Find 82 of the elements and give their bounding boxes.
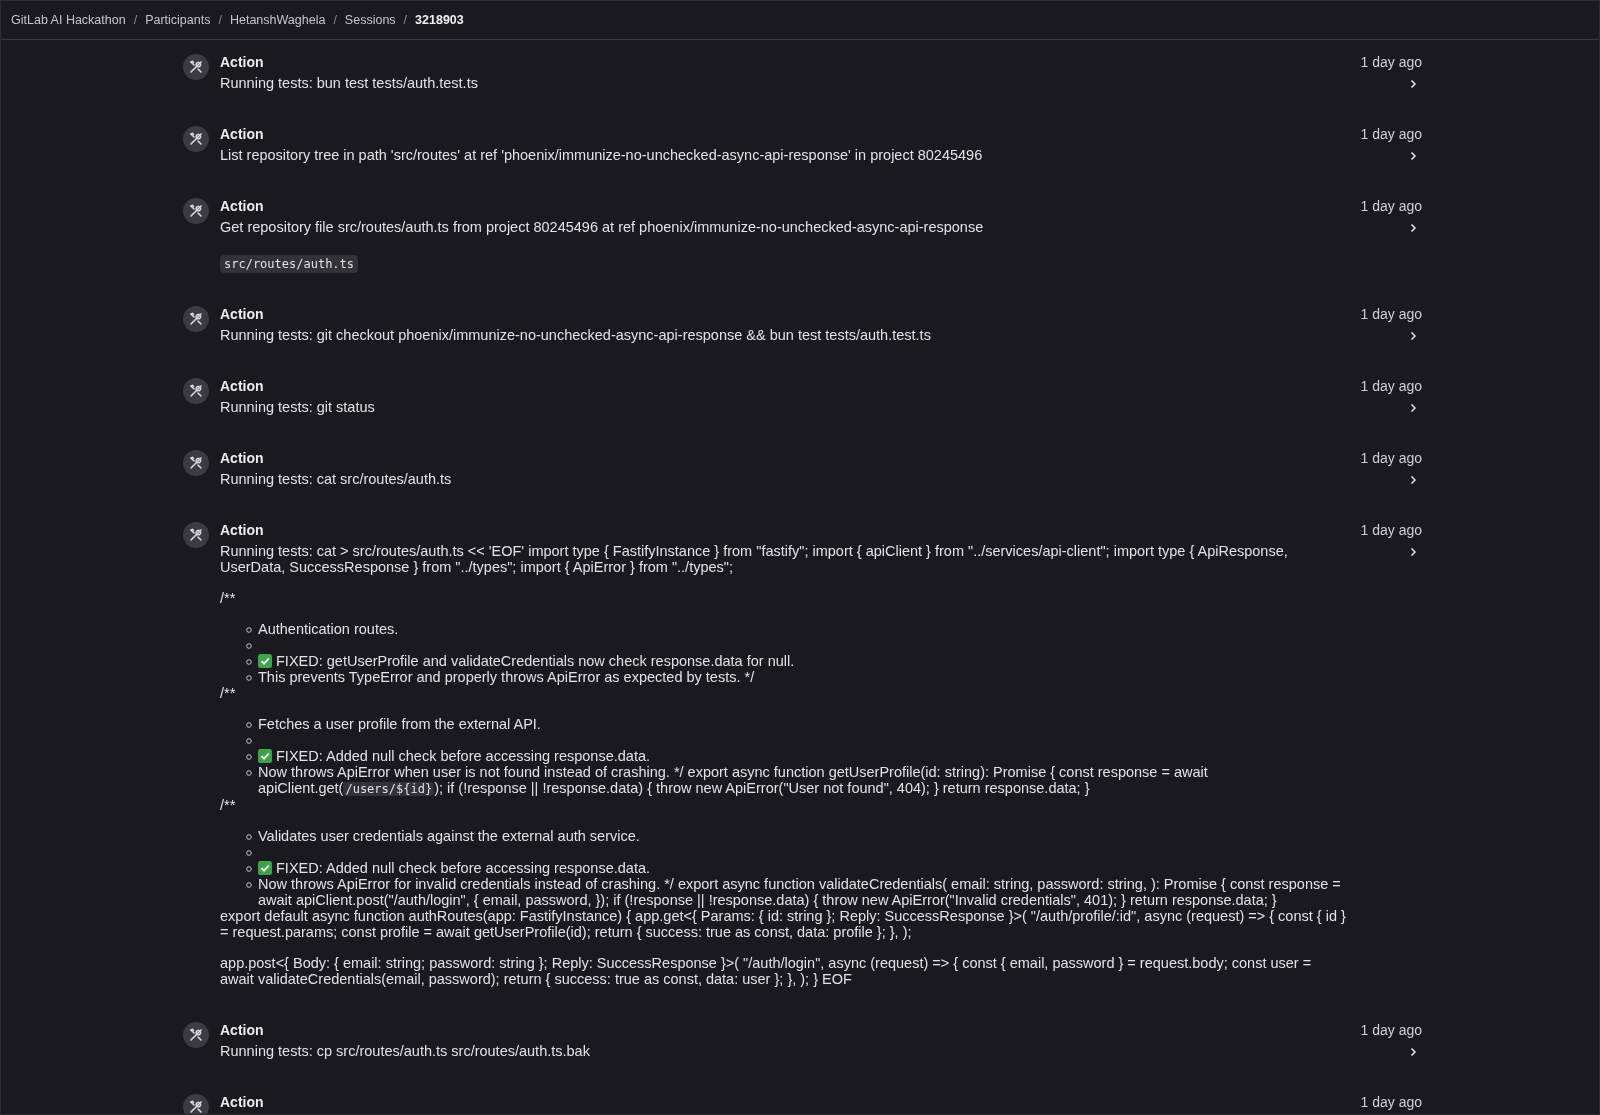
tools-icon <box>182 1093 210 1114</box>
breadcrumb-separator: / <box>333 13 337 27</box>
action-title: Action <box>220 305 265 324</box>
breadcrumb-separator: / <box>133 13 138 27</box>
bullet-icon <box>246 675 252 681</box>
bullet-icon <box>246 882 252 888</box>
timestamp: 1 day ago <box>1360 305 1422 324</box>
code-text: /** <box>220 797 237 813</box>
bullet-icon <box>246 659 252 665</box>
chevron-right-icon[interactable] <box>1408 79 1418 89</box>
code-text: /** <box>220 590 237 606</box>
breadcrumb-link[interactable]: GitLab AI Hackathon <box>11 13 126 27</box>
list-item-text: Validates user credentials against the external auth service. <box>258 828 640 844</box>
timestamp: 1 day ago <box>1360 197 1422 216</box>
tools-icon <box>182 197 210 225</box>
check-mark-icon <box>258 749 272 763</box>
action-title: Action <box>220 53 265 72</box>
action-description: Get repository file src/routes/auth.ts from project 80245496 at ref phoenix/immunize-no-unchecked-async-api-response <box>220 219 985 235</box>
action-description: Running tests: cat > src/routes/auth.ts << 'EOF' import type { FastifyInstance } from "fastify"; import { apiClient } from "../services/api-client"; import type { ApiResponse, UserData, SuccessResponse } from "../types"; import { ApiError } from "../types"; <box>220 543 1289 575</box>
bullet-icon <box>246 866 252 872</box>
list-item-text: Fetches a user profile from the external API. <box>258 716 541 732</box>
action-title: Action <box>220 197 265 216</box>
breadcrumb-link[interactable]: 3218903 <box>415 13 464 27</box>
breadcrumb-link[interactable]: Participants <box>145 13 211 27</box>
bullet-icon <box>246 722 252 728</box>
bullet-icon <box>246 738 252 744</box>
list-item-text: FIXED: Added null check before accessing response.data. <box>276 748 650 764</box>
chevron-right-icon[interactable] <box>1408 331 1418 341</box>
action-description: Running tests: cat src/routes/auth.ts <box>220 471 453 487</box>
chevron-right-icon[interactable] <box>1408 223 1418 233</box>
action-title: Action <box>220 449 265 468</box>
chevron-right-icon[interactable] <box>1408 547 1418 557</box>
tools-icon <box>182 1021 210 1049</box>
breadcrumb-link[interactable]: HetanshWaghela <box>229 13 326 27</box>
chevron-right-icon[interactable] <box>1408 151 1418 161</box>
list-item-text: Now throws ApiError for invalid credentials instead of crashing. */ export async function validateCredentials( email: string, password: string, ): Promise { const response = await apiClient.post("/auth/login", { email, password, }); if (!response || !response.data) { throw new ApiError("Invalid credentials", 401); } return response.data; } <box>258 876 1342 908</box>
chevron-right-icon[interactable] <box>1408 475 1418 485</box>
action-title: Action <box>220 377 265 396</box>
breadcrumb-link[interactable]: Sessions <box>344 13 396 27</box>
bullet-icon <box>246 627 252 633</box>
list-item-text: FIXED: Added null check before accessing response.data. <box>276 860 650 876</box>
tools-icon <box>182 125 210 153</box>
bullet-icon <box>246 770 252 776</box>
action-description: Running tests: bun test tests/auth.test.ts <box>220 75 479 91</box>
action-title: Action <box>220 1021 265 1040</box>
tools-icon <box>182 449 210 477</box>
action-description: Running tests: cp src/routes/auth.ts src/routes/auth.ts.bak <box>220 1043 591 1059</box>
code-text: /** <box>220 685 237 701</box>
chevron-right-icon[interactable] <box>1408 1047 1418 1057</box>
list-item-text: FIXED: getUserProfile and validateCredentials now check response.data for null. <box>276 653 795 669</box>
timestamp: 1 day ago <box>1360 377 1422 396</box>
list-item-text: Authentication routes. <box>258 621 399 637</box>
tools-icon <box>182 305 210 333</box>
bullet-icon <box>246 850 252 856</box>
timestamp: 1 day ago <box>1360 1093 1422 1112</box>
check-mark-icon <box>258 654 272 668</box>
bullet-icon <box>246 643 252 649</box>
breadcrumb-separator: / <box>218 13 222 27</box>
tools-icon <box>182 53 210 81</box>
action-description: Running tests: git checkout phoenix/immunize-no-unchecked-async-api-response && bun test tests/auth.test.ts <box>220 327 932 343</box>
action-description: List repository tree in path 'src/routes' at ref 'phoenix/immunize-no-unchecked-async-api-response' in project 80245496 <box>220 147 984 163</box>
file-path: src/routes/auth.ts <box>220 255 359 273</box>
action-description: Running tests: git status <box>220 399 376 415</box>
bullet-icon <box>246 754 252 760</box>
bullet-icon <box>246 834 252 840</box>
timestamp: 1 day ago <box>1360 521 1422 540</box>
list-item-text: Now throws ApiError when user is not found instead of crashing. */ export async function getUserProfile(id: string): Promise { const response = await apiClient.get(/users/${id}); if (!response || !response.data) { throw new ApiError("User not found", 404); } return response.data; } <box>258 764 1209 797</box>
code-text: app.post<{ Body: { email: string; password: string }; Reply: SuccessResponse }>( "/auth/login", async (request) => { const { email, password } = request.body; const user = await validateCredentials(email, password); return { success: true as const, data: user }; }, ); } EOF <box>220 955 1313 987</box>
action-title: Action <box>220 521 265 540</box>
list-item-text: This prevents TypeError and properly throws ApiError as expected by tests. */ <box>258 669 755 685</box>
check-mark-icon <box>258 861 272 875</box>
chevron-right-icon[interactable] <box>1408 403 1418 413</box>
timestamp: 1 day ago <box>1360 125 1422 144</box>
timestamp: 1 day ago <box>1360 449 1422 468</box>
tools-icon <box>182 377 210 405</box>
action-title: Action <box>220 1093 265 1112</box>
breadcrumb-separator: / <box>403 13 408 27</box>
code-text: export default async function authRoutes(app: FastifyInstance) { app.get<{ Params: { id: string }; Reply: SuccessResponse }>( "/auth/profile/:id", async (request) => { const { id } = request.params; const profile = await getUserProfile(id); return { success: true as const, data: profile }; }, ); <box>220 908 1347 940</box>
tools-icon <box>182 521 210 549</box>
timestamp: 1 day ago <box>1360 1021 1422 1040</box>
timestamp: 1 day ago <box>1360 53 1422 72</box>
action-title: Action <box>220 125 265 144</box>
